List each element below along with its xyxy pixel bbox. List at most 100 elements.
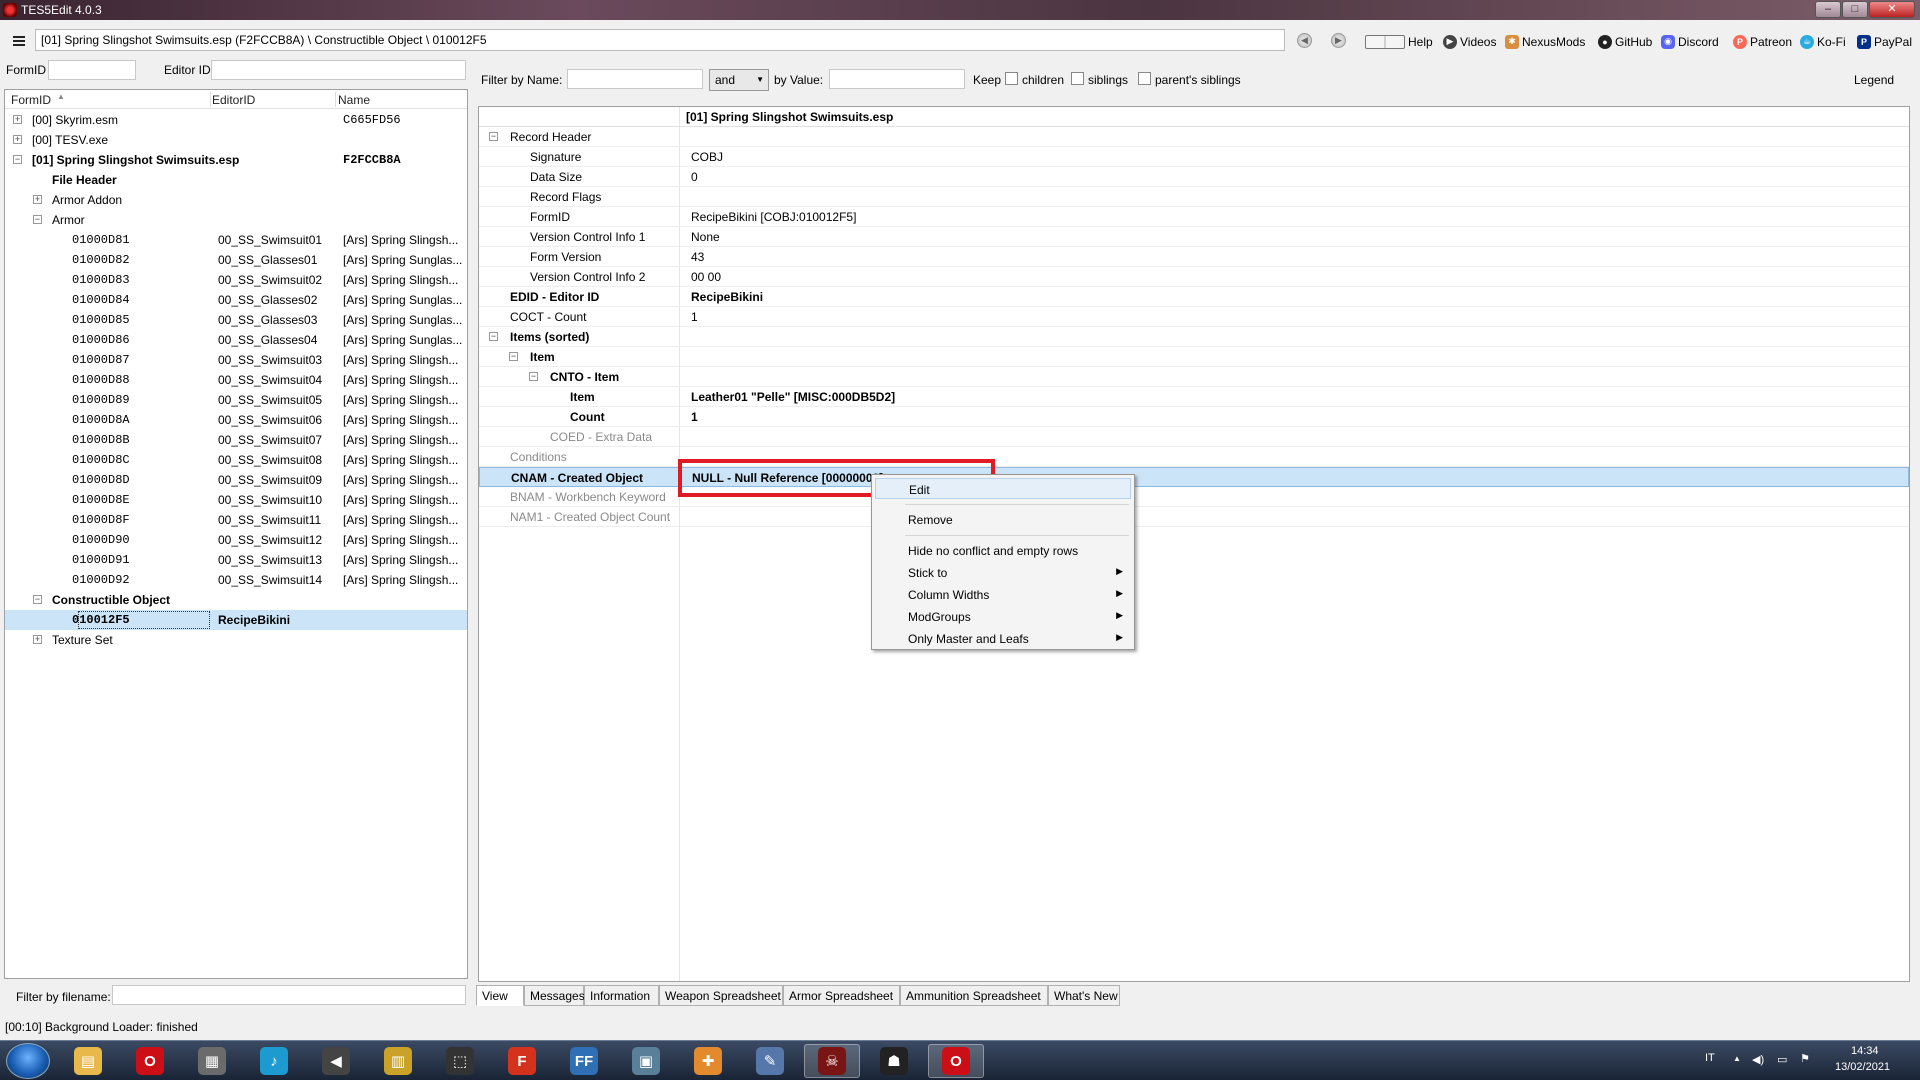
record-field-value[interactable]: RecipeBikini — [691, 290, 763, 304]
tree-row[interactable]: + [00] Skyrim.esm C665FD56 — [5, 110, 467, 130]
column-separator[interactable] — [210, 92, 211, 107]
tree-row[interactable]: 01000D86 00_SS_Glasses04 [Ars] Spring Sung… — [5, 330, 467, 350]
forward-button[interactable]: ▶ — [1331, 33, 1346, 48]
tree-row[interactable]: 01000D91 00_SS_Swimsuit13 [Ars] Spring Sli… — [5, 550, 467, 570]
paypal-button[interactable]: P PayPal — [1857, 33, 1912, 50]
start-button[interactable] — [6, 1043, 50, 1079]
tree-row[interactable]: 01000D92 00_SS_Swimsuit14 [Ars] Spring Sli… — [5, 570, 467, 590]
tree-row[interactable]: 01000D8E 00_SS_Swimsuit10 [Ars] Spring Sli… — [5, 490, 467, 510]
tray-expand-icon[interactable]: ▲ — [1733, 1054, 1741, 1063]
collapse-icon[interactable]: − — [509, 352, 518, 361]
editorid-input[interactable] — [211, 60, 466, 80]
tree-row[interactable]: File Header — [5, 170, 467, 190]
taskbar-app-window[interactable]: ▣ — [618, 1044, 674, 1078]
tree-row[interactable]: + [00] TESV.exe — [5, 130, 467, 150]
record-row[interactable]: Form Version 43 — [479, 247, 1909, 267]
children-checkbox[interactable] — [1005, 72, 1018, 85]
tree-row[interactable]: − Armor — [5, 210, 467, 230]
filename-filter-input[interactable] — [112, 985, 466, 1005]
record-row[interactable]: Count 1 — [479, 407, 1909, 427]
taskbar-app-archive[interactable]: ▥ — [370, 1044, 426, 1078]
record-row[interactable]: FormID RecipeBikini [COBJ:010012F5] — [479, 207, 1909, 227]
record-row[interactable]: − CNTO - Item — [479, 367, 1909, 387]
record-field-value[interactable]: 1 — [691, 310, 698, 324]
tree-row[interactable]: 01000D8C 00_SS_Swimsuit08 [Ars] Spring Sli… — [5, 450, 467, 470]
tree-row[interactable]: 01000D8A 00_SS_Swimsuit06 [Ars] Spring Sli… — [5, 410, 467, 430]
record-row[interactable]: COCT - Count 1 — [479, 307, 1909, 327]
expand-icon[interactable]: + — [33, 635, 42, 644]
siblings-checkbox[interactable] — [1071, 72, 1084, 85]
tab-view[interactable]: View — [476, 985, 524, 1006]
menu-item-edit[interactable]: Edit — [875, 478, 1131, 499]
record-row[interactable]: − Items (sorted) — [479, 327, 1909, 347]
tree-row[interactable]: 01000D81 00_SS_Swimsuit01 [Ars] Spring Sli… — [5, 230, 467, 250]
language-indicator[interactable]: IT — [1705, 1052, 1715, 1064]
expand-icon[interactable]: + — [13, 115, 22, 124]
collapse-icon[interactable]: − — [489, 132, 498, 141]
record-row[interactable]: − Item — [479, 347, 1909, 367]
tree-row[interactable]: 01000D83 00_SS_Swimsuit02 [Ars] Spring Sli… — [5, 270, 467, 290]
expand-icon[interactable]: + — [13, 135, 22, 144]
collapse-icon[interactable]: − — [489, 332, 498, 341]
tree-row[interactable]: 01000D90 00_SS_Swimsuit12 [Ars] Spring Sli… — [5, 530, 467, 550]
record-field-value[interactable]: 0 — [691, 170, 698, 184]
taskbar-app-feather[interactable]: ✎ — [742, 1044, 798, 1078]
taskbar-app-film[interactable]: ▦ — [184, 1044, 240, 1078]
tab-weapon-spreadsheet[interactable]: Weapon Spreadsheet — [659, 985, 783, 1006]
discord-button[interactable]: ◉ Discord — [1661, 33, 1719, 50]
record-field-value[interactable]: None — [691, 230, 720, 244]
record-path-field[interactable]: [01] Spring Slingshot Swimsuits.esp (F2F… — [35, 29, 1285, 51]
tab-ammunition-spreadsheet[interactable]: Ammunition Spreadsheet — [900, 985, 1048, 1006]
menu-item-hide-no-conflict-and-empty-rows[interactable]: Hide no conflict and empty rows — [875, 540, 1131, 561]
taskbar-app-opera2[interactable]: O — [928, 1044, 984, 1078]
column-separator[interactable] — [335, 92, 336, 107]
record-row[interactable]: Item Leather01 "Pelle" [MISC:000DB5D2] — [479, 387, 1909, 407]
record-row[interactable]: Record Flags — [479, 187, 1909, 207]
taskbar-app-xedit[interactable]: ☠ — [804, 1044, 860, 1078]
kofi-button[interactable]: ☕ Ko-Fi — [1800, 33, 1846, 50]
tree-row[interactable]: 01000D82 00_SS_Glasses01 [Ars] Spring Sung… — [5, 250, 467, 270]
clock-date[interactable]: 13/02/2021 — [1835, 1061, 1890, 1073]
tree-row[interactable]: 01000D85 00_SS_Glasses03 [Ars] Spring Sung… — [5, 310, 467, 330]
expand-icon[interactable]: + — [33, 195, 42, 204]
collapse-icon[interactable]: − — [529, 372, 538, 381]
taskbar-app-puzzle[interactable]: ✚ — [680, 1044, 736, 1078]
tree-row[interactable]: − [01] Spring Slingshot Swimsuits.esp F2FC… — [5, 150, 467, 170]
close-button[interactable]: ✕ — [1869, 1, 1915, 18]
record-row[interactable]: EDID - Editor ID RecipeBikini — [479, 287, 1909, 307]
tab-information[interactable]: Information — [584, 985, 659, 1006]
formid-input[interactable] — [48, 60, 136, 80]
tree-row[interactable]: 01000D8F 00_SS_Swimsuit11 [Ars] Spring Sli… — [5, 510, 467, 530]
tree-row[interactable]: 01000D89 00_SS_Swimsuit05 [Ars] Spring Sli… — [5, 390, 467, 410]
taskbar-app-opera[interactable]: O — [122, 1044, 178, 1078]
record-row[interactable]: NAM1 - Created Object Count — [479, 507, 1909, 527]
column-formid[interactable]: FormID — [11, 93, 51, 107]
github-button[interactable]: ● GitHub — [1598, 33, 1652, 50]
tree-row[interactable]: 01000D87 00_SS_Swimsuit03 [Ars] Spring Sli… — [5, 350, 467, 370]
record-field-value[interactable]: 43 — [691, 250, 704, 264]
clock-time[interactable]: 14:34 — [1851, 1045, 1879, 1057]
nexusmods-button[interactable]: ✱ NexusMods — [1505, 33, 1585, 50]
tree-row[interactable]: − Constructible Object — [5, 590, 467, 610]
tree-row[interactable]: 01000D8B 00_SS_Swimsuit07 [Ars] Spring Sli… — [5, 430, 467, 450]
tree-row[interactable]: + Armor Addon — [5, 190, 467, 210]
taskbar-app-foxit[interactable]: F — [494, 1044, 550, 1078]
tree-row-selected[interactable]: 010012F5 RecipeBikini — [5, 610, 467, 630]
collapse-icon[interactable]: − — [13, 155, 22, 164]
record-row[interactable]: Version Control Info 2 00 00 — [479, 267, 1909, 287]
volume-icon[interactable]: ◀) — [1752, 1053, 1764, 1066]
record-field-value[interactable]: COBJ — [691, 150, 723, 164]
patreon-button[interactable]: P Patreon — [1733, 33, 1792, 50]
videos-button[interactable]: ▶ Videos — [1443, 33, 1496, 50]
taskbar-app-boot[interactable]: ⬚ — [432, 1044, 488, 1078]
record-row[interactable]: Data Size 0 — [479, 167, 1909, 187]
taskbar-app-explorer[interactable]: ▤ — [60, 1044, 116, 1078]
record-row[interactable]: − Record Header — [479, 127, 1909, 147]
legend-button[interactable]: Legend — [1854, 73, 1894, 87]
record-row[interactable]: Version Control Info 1 None — [479, 227, 1909, 247]
tree-row[interactable]: 01000D88 00_SS_Swimsuit04 [Ars] Spring Sli… — [5, 370, 467, 390]
taskbar-app-people[interactable]: ☗ — [866, 1044, 922, 1078]
menu-item-stick-to[interactable]: Stick to ▶ — [875, 562, 1131, 583]
collapse-icon[interactable]: − — [33, 595, 42, 604]
menu-item-modgroups[interactable]: ModGroups ▶ — [875, 606, 1131, 627]
